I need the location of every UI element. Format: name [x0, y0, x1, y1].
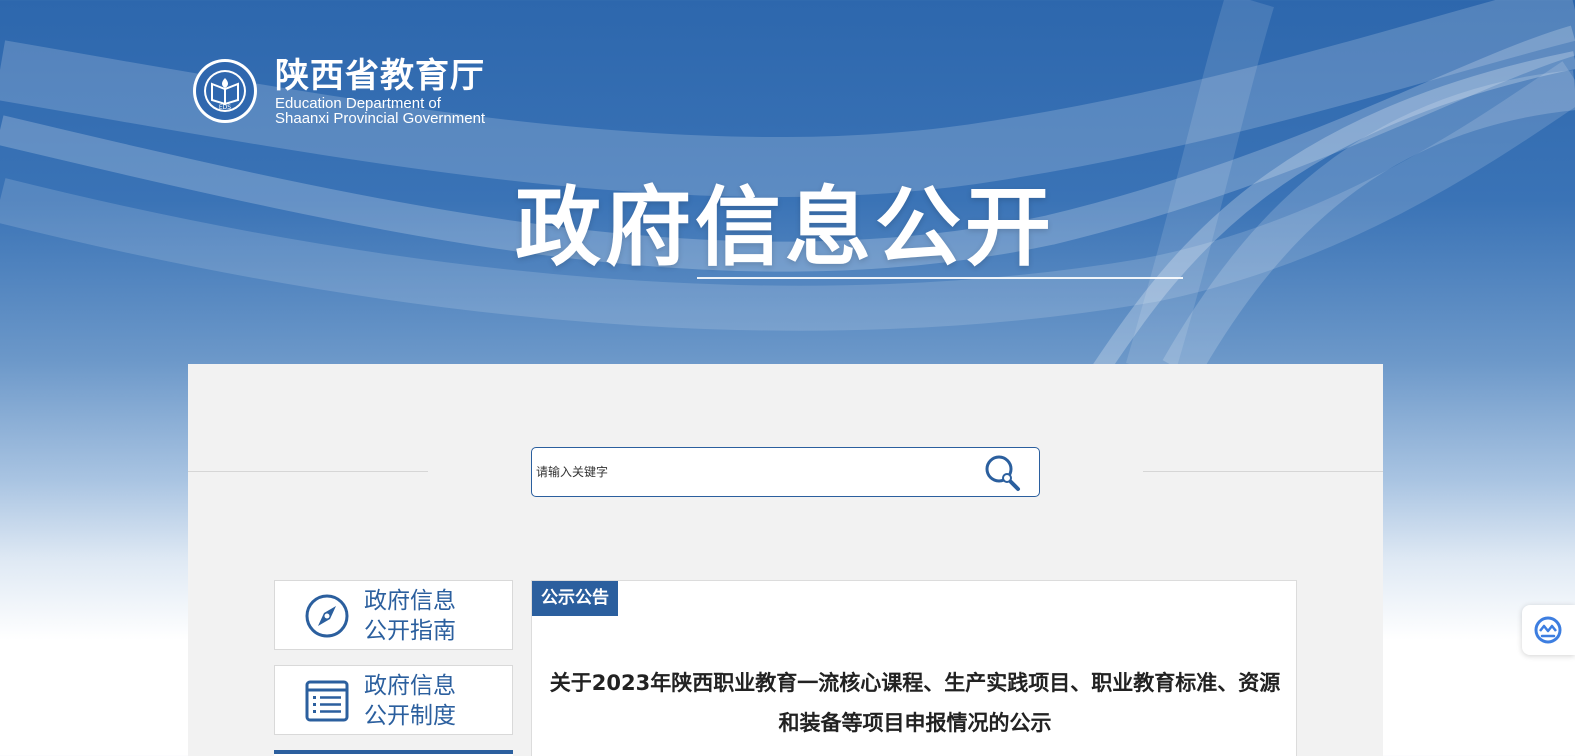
sidebar-item-disclosure-guide[interactable]: 政府信息 公开指南: [274, 580, 513, 650]
divider-left: [188, 471, 428, 472]
notice-tab[interactable]: 公示公告: [532, 581, 618, 616]
site-logo[interactable]: EDS 陕西省教育厅 Education Department of Shaan…: [192, 56, 512, 128]
search-icon: [985, 455, 1020, 491]
sidebar-item-partial[interactable]: [274, 750, 513, 756]
divider-right: [1143, 471, 1383, 472]
accessibility-tool-button[interactable]: [1522, 605, 1575, 655]
notice-panel: 公示公告 关于2023年陕西职业教育一流核心课程、生产实践项目、职业教育标准、资…: [531, 580, 1297, 756]
page-title: 政府信息公开: [515, 178, 1055, 278]
sidebar-item-label: 政府信息 公开指南: [364, 588, 456, 644]
search-box: [531, 447, 1040, 497]
search-input[interactable]: [536, 460, 966, 484]
accessibility-tool-icon: [1534, 616, 1562, 644]
compass-icon: [305, 594, 349, 638]
logo-english-name-line2: Shaanxi Provincial Government: [275, 110, 486, 127]
title-underline: [697, 277, 1183, 279]
sidebar-item-label: 政府信息 公开制度: [364, 673, 456, 729]
logo-chinese-name: 陕西省教育厅: [275, 56, 485, 96]
main-panel: 政府信息 公开指南 政府信息 公开制度 公示公告 关于2023年陕西职业教育一流…: [188, 364, 1383, 756]
svg-text:EDS: EDS: [219, 104, 231, 111]
search-button[interactable]: [981, 452, 1025, 494]
notice-headline[interactable]: 关于2023年陕西职业教育一流核心课程、生产实践项目、职业教育标准、资源 和装备…: [532, 663, 1298, 743]
document-list-icon: [305, 680, 349, 722]
sidebar-item-disclosure-system[interactable]: 政府信息 公开制度: [274, 665, 513, 735]
education-emblem-icon: EDS: [193, 59, 257, 123]
